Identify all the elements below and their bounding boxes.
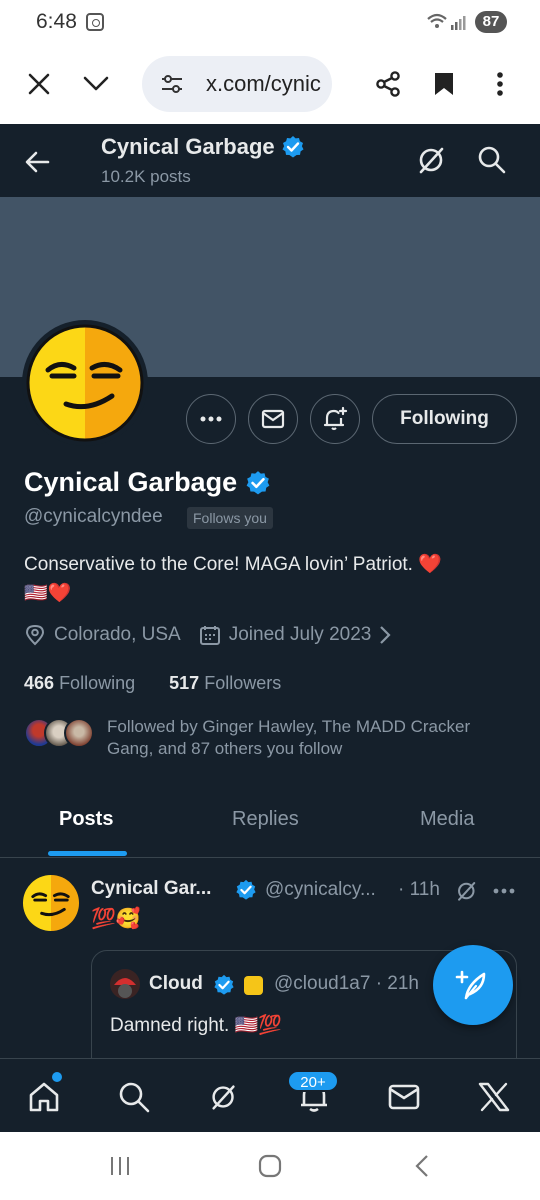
- verified-badge-icon: [282, 136, 304, 158]
- grok-icon[interactable]: [454, 878, 480, 904]
- status-bar: 6:48 87: [0, 0, 540, 44]
- grok-icon[interactable]: [414, 142, 450, 178]
- profile-name-text: Cynical Garbage: [24, 467, 238, 497]
- verified-badge-icon: [214, 974, 234, 995]
- verified-badge-icon[interactable]: [245, 470, 271, 496]
- notify-button[interactable]: [310, 394, 360, 444]
- back-icon[interactable]: [402, 1150, 442, 1182]
- following-count-link[interactable]: 466 Following: [24, 673, 135, 693]
- tab-media[interactable]: Media: [420, 808, 474, 831]
- compose-post-button[interactable]: [433, 945, 513, 1025]
- more-vertical-icon[interactable]: [482, 66, 518, 102]
- tab-posts[interactable]: Posts: [59, 808, 113, 831]
- following-button[interactable]: Following: [372, 394, 517, 444]
- tab-replies[interactable]: Replies: [232, 808, 299, 831]
- feather-plus-icon: [455, 970, 486, 1000]
- tweet-timestamp[interactable]: · 11h: [398, 879, 440, 901]
- bookmark-icon[interactable]: [426, 66, 462, 102]
- quoted-emoji: 🇺🇸💯: [234, 1014, 282, 1036]
- more-horizontal-icon[interactable]: [491, 878, 517, 904]
- profile-meta: Colorado, USA Joined July 2023: [24, 624, 409, 646]
- quoted-author-handle[interactable]: @cloud1a7 · 21h: [274, 973, 419, 995]
- status-time: 6:48: [36, 10, 77, 33]
- search-icon[interactable]: [114, 1077, 154, 1117]
- smirk-face-icon: [26, 324, 144, 442]
- tweet-avatar[interactable]: [22, 874, 80, 932]
- x-logo-icon[interactable]: [474, 1077, 514, 1117]
- more-horizontal-icon: [200, 416, 222, 422]
- url-bar[interactable]: x.com/cynic: [142, 56, 332, 112]
- mutual-avatars: [24, 718, 94, 750]
- recent-apps-icon[interactable]: [100, 1150, 140, 1182]
- header-name: Cynical Garbage: [101, 134, 305, 160]
- message-button[interactable]: [248, 394, 298, 444]
- profile-handle: @cynicalcyndee: [24, 506, 163, 527]
- bottom-navigation: 20+: [0, 1058, 540, 1132]
- chevron-down-icon[interactable]: [78, 66, 114, 102]
- unread-dot: [52, 1072, 62, 1082]
- tweet-author-name[interactable]: Cynical Gar...: [91, 878, 211, 900]
- location: Colorado, USA: [24, 624, 181, 646]
- join-date-text: Joined July 2023: [228, 624, 372, 645]
- envelope-icon: [261, 409, 285, 429]
- follows-you-badge: Follows you: [187, 507, 273, 529]
- quoted-author-name[interactable]: Cloud: [149, 973, 203, 995]
- browser-toolbar: x.com/cynic: [0, 44, 540, 124]
- close-tab-icon[interactable]: [21, 66, 57, 102]
- affiliation-badge-icon: [244, 976, 263, 995]
- location-pin-icon: [25, 624, 45, 646]
- header-post-count: 10.2K posts: [101, 167, 191, 186]
- profile-header-bar: Cynical Garbage 10.2K posts: [0, 124, 540, 197]
- follow-counts: 466 Following 517 Followers: [24, 673, 281, 694]
- bell-plus-icon: [323, 406, 348, 431]
- chevron-right-icon: [380, 626, 391, 644]
- bio-text: Conservative to the Core! MAGA lovin’ Pa…: [24, 554, 413, 575]
- bio-heart-emoji: ❤️: [418, 553, 442, 575]
- screenshot-icon: [86, 13, 104, 31]
- active-tab-indicator: [48, 851, 127, 856]
- profile-name: Cynical Garbage: [24, 467, 271, 498]
- join-date[interactable]: Joined July 2023: [199, 624, 392, 646]
- bio-flag-heart-emoji: 🇺🇸❤️: [24, 582, 72, 604]
- verified-badge-icon: [236, 879, 256, 900]
- home-button-icon[interactable]: [250, 1150, 290, 1182]
- location-text: Colorado, USA: [54, 624, 181, 645]
- header-name-text: Cynical Garbage: [101, 134, 275, 159]
- home-icon[interactable]: [24, 1077, 64, 1117]
- avatar: [64, 718, 94, 748]
- site-settings-icon[interactable]: [160, 74, 184, 94]
- more-options-button[interactable]: [186, 394, 236, 444]
- tweet-author-handle[interactable]: @cynicalcy...: [265, 879, 376, 901]
- followed-by-text: Followed by Ginger Hawley, The MADD Crac…: [107, 717, 471, 758]
- followers-count-link[interactable]: 517 Followers: [169, 673, 281, 693]
- quoted-tweet-text: Damned right. 🇺🇸💯: [110, 1014, 282, 1036]
- battery-indicator: 87: [475, 11, 507, 33]
- tweet-text: 💯🥰: [91, 906, 141, 930]
- calendar-icon: [199, 626, 220, 645]
- quoted-avatar[interactable]: [110, 969, 140, 999]
- grok-icon[interactable]: [204, 1077, 244, 1117]
- notifications-badge: 20+: [287, 1070, 339, 1092]
- profile-bio: Conservative to the Core! MAGA lovin’ Pa…: [24, 550, 514, 608]
- search-icon[interactable]: [474, 142, 510, 178]
- wifi-signal-icon: [427, 13, 466, 30]
- share-icon[interactable]: [370, 66, 406, 102]
- system-navigation-bar: [0, 1132, 540, 1200]
- profile-tabs: Posts Replies Media: [0, 788, 540, 858]
- url-text: x.com/cynic: [206, 71, 321, 96]
- envelope-icon[interactable]: [384, 1077, 424, 1117]
- back-arrow-icon[interactable]: [20, 144, 56, 180]
- profile-avatar[interactable]: [22, 320, 148, 446]
